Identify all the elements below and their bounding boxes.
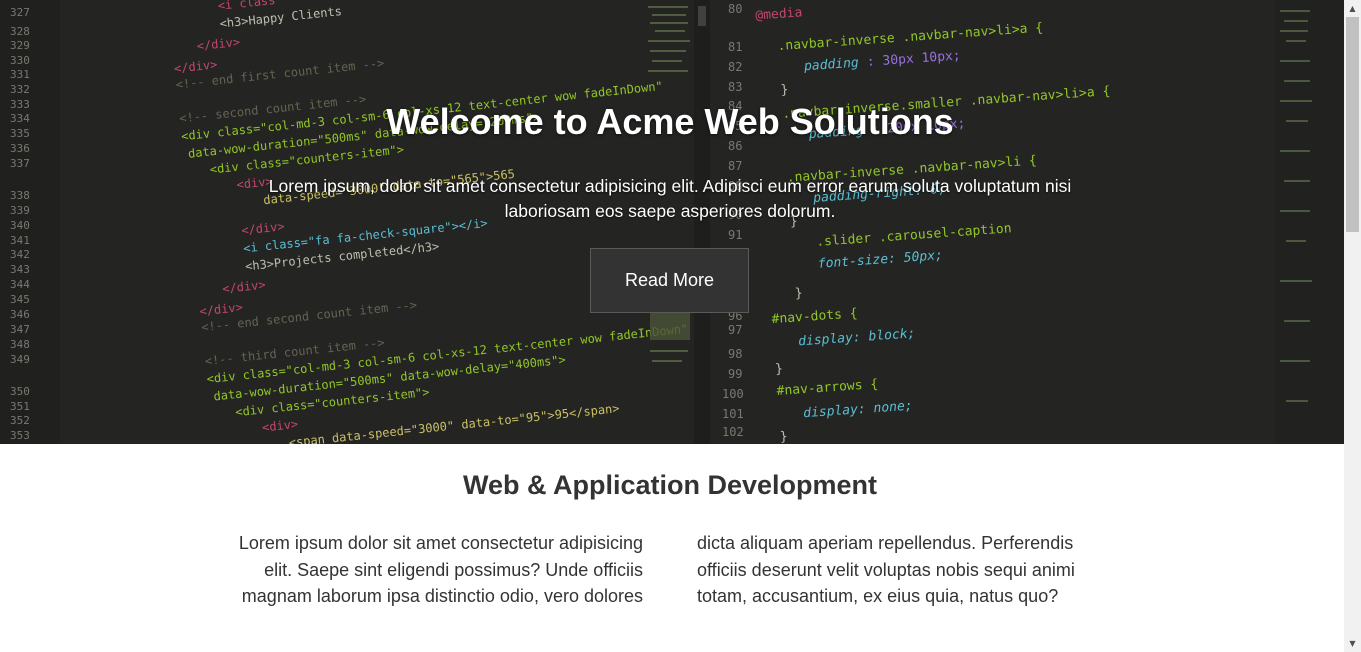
chevron-up-icon[interactable]: ▲: [1344, 0, 1361, 17]
section-text-right: dicta aliquam aperiam repellendus. Perfe…: [697, 533, 1075, 606]
vertical-scrollbar[interactable]: ▲ ▼: [1344, 0, 1361, 652]
hero-title: Welcome to Acme Web Solutions: [386, 101, 954, 142]
section-text-left: Lorem ipsum dolor sit amet consectetur a…: [238, 533, 643, 606]
hero-banner: 327 328 329 330 331 332 333 334 335 336 337 338 …: [0, 0, 1344, 444]
hero-description: Lorem ipsum, dolor sit amet consectetur …: [268, 176, 1072, 221]
page: 327 328 329 330 331 332 333 334 335 336 337 338 …: [0, 0, 1361, 652]
page-content: 327 328 329 330 331 332 333 334 335 336 337 338 …: [0, 0, 1344, 652]
scrollbar-thumb[interactable]: [1346, 17, 1359, 232]
chevron-down-icon[interactable]: ▼: [1344, 635, 1361, 652]
section-title: Web & Application Development: [462, 470, 878, 500]
read-more-button[interactable]: Read More: [590, 248, 749, 313]
